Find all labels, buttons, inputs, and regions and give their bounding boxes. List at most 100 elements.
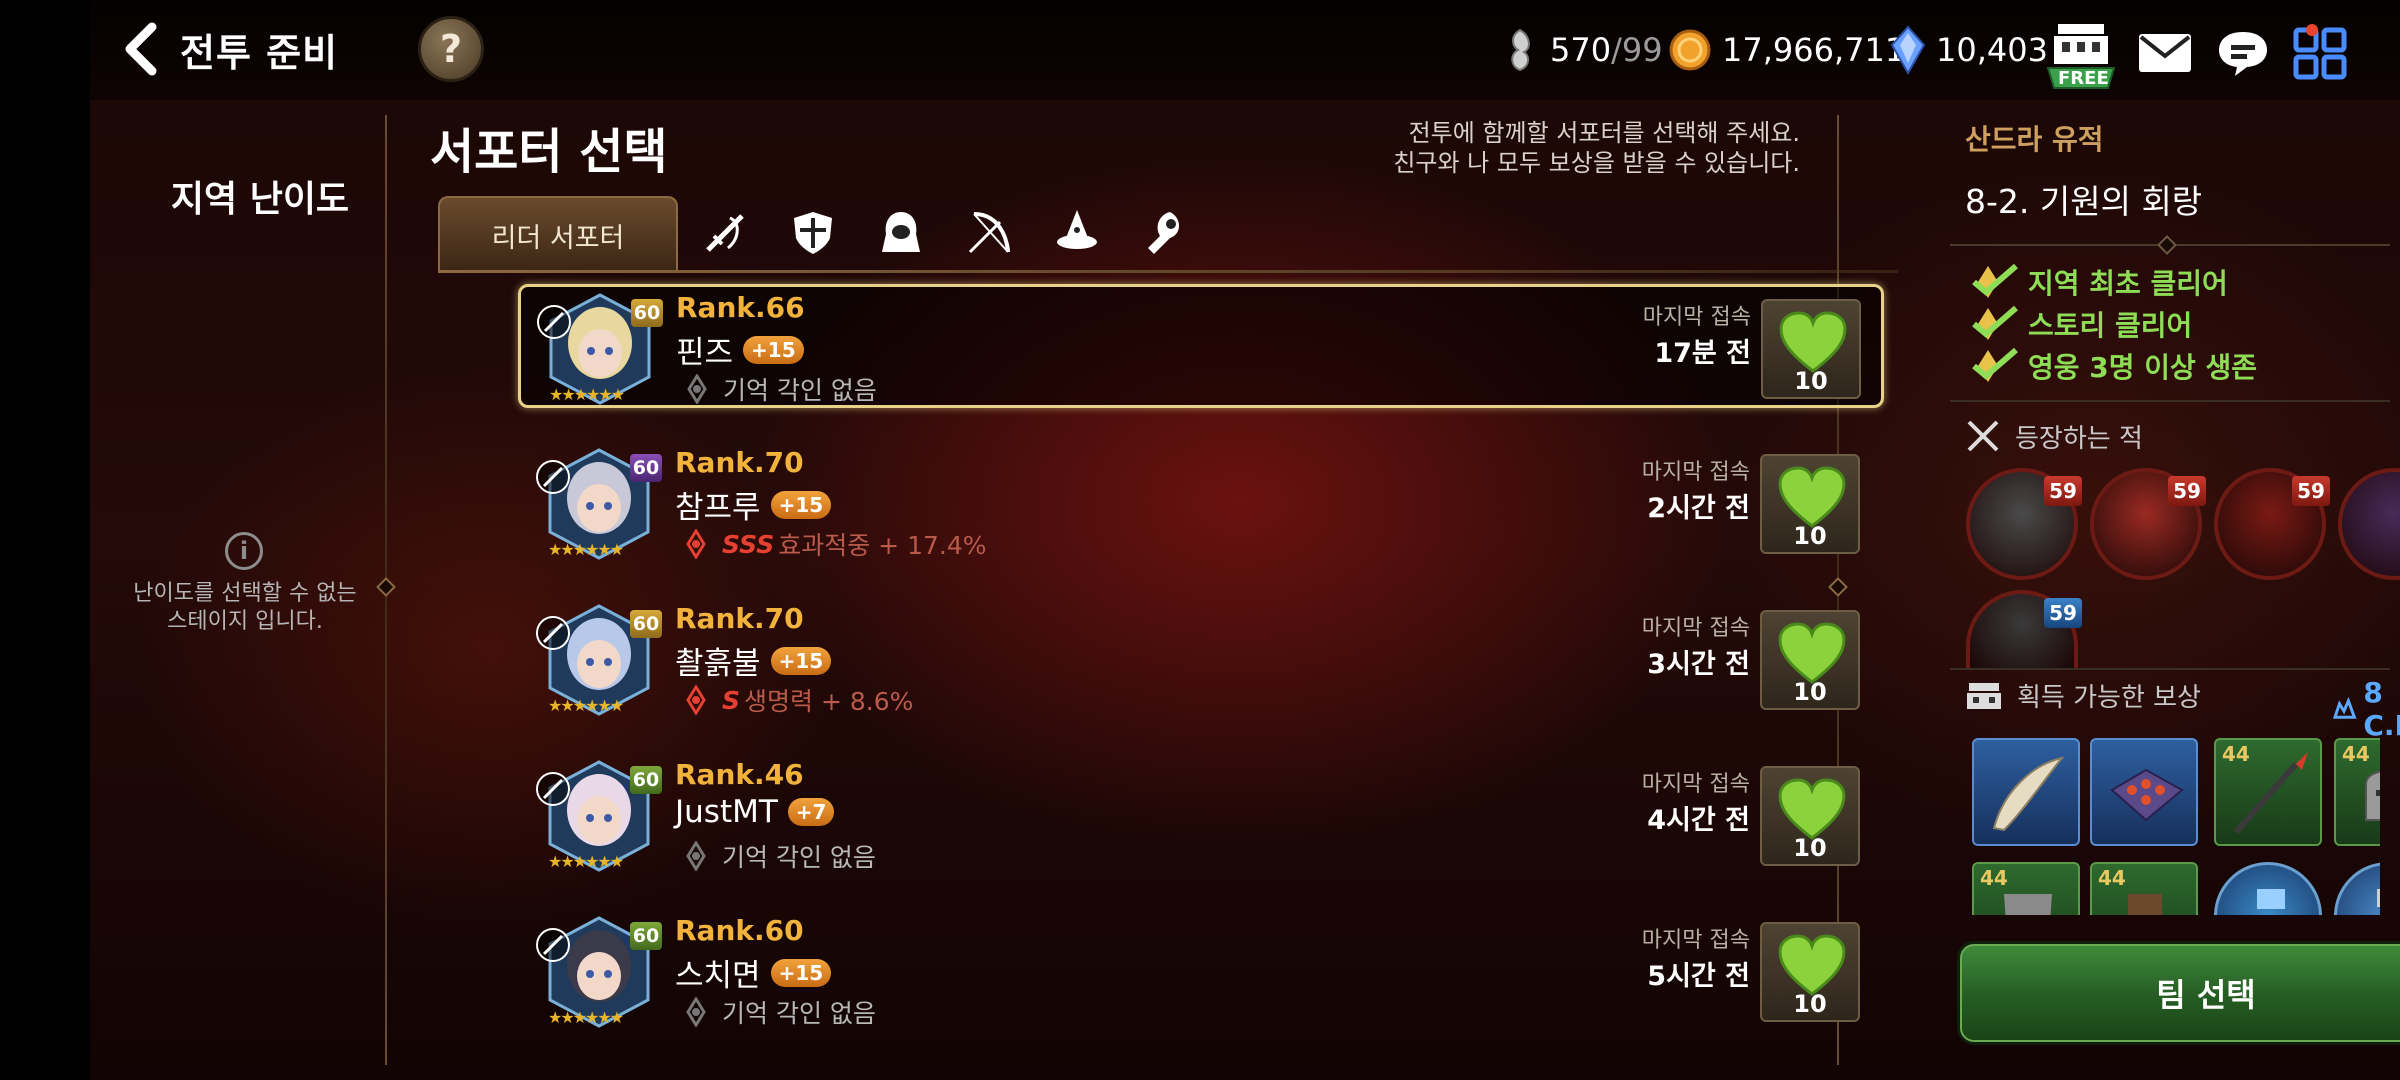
friendship-heart-button[interactable]: 10 <box>1761 299 1861 399</box>
hammer-icon <box>2377 889 2380 907</box>
supporter-row[interactable]: 60 ★★★★★★ Rank.70 촬흙불 +15 S 생명력 + 8.6% 마… <box>520 598 1880 722</box>
chat-button[interactable] <box>2208 20 2278 86</box>
assassin-icon[interactable] <box>876 208 926 258</box>
archer-icon[interactable] <box>964 208 1014 258</box>
last-login-label: 마지막 접속 <box>1641 772 1750 797</box>
top-bar: 전투 준비 ? 570 /99 17,966,711 10,403 FREE <box>90 0 2400 100</box>
help-button[interactable]: ? <box>418 16 484 82</box>
heart-icon <box>1778 778 1846 840</box>
supporter-name: JustMT <box>675 794 778 830</box>
mail-button[interactable] <box>2130 20 2200 86</box>
supporter-row[interactable]: 60 ★★★★★★ Rank.70 참프루 +15 SSS 효과적중 + 17.… <box>520 442 1880 566</box>
reward-item-boots[interactable]: 44 <box>2090 862 2198 915</box>
stage-name: 8-2. 기원의 회랑 <box>1965 182 2203 221</box>
hero-stars: ★★★★★★ <box>548 540 624 559</box>
supporter-row[interactable]: 60 ★★★★★★ Rank.60 스치면 +15 기억 각인 없음 마지막 접… <box>520 910 1880 1034</box>
friendship-heart-button[interactable]: 10 <box>1760 922 1860 1022</box>
mail-icon <box>2139 34 2191 72</box>
reward-level: 44 <box>1980 866 2008 890</box>
engrave-icon <box>686 529 706 559</box>
relic-icon <box>2110 768 2184 822</box>
reward-item-orb[interactable] <box>2214 862 2322 915</box>
tab-leader-supporter[interactable]: 리더 서포터 <box>438 196 678 272</box>
supporter-name: 참프루 <box>675 490 761 526</box>
last-login-label: 마지막 접속 <box>1641 460 1750 485</box>
reward-item-weapon[interactable]: 44 <box>2214 738 2322 846</box>
friendship-heart-button[interactable]: 10 <box>1760 610 1860 710</box>
hero-level: 60 <box>631 299 663 327</box>
supporter-row[interactable]: 60 ★★★★★★ Rank.46 JustMT +7 기억 각인 없음 마지막… <box>520 754 1880 878</box>
stamina-max: /99 <box>1611 31 1663 69</box>
heart-icon <box>1779 311 1847 373</box>
reward-item-helmet[interactable]: 44 <box>2334 738 2380 846</box>
memory-engrave: 기억 각인 없음 <box>681 371 877 407</box>
reward-item-armor[interactable]: 44 <box>1972 862 2080 915</box>
stage-region: 산드라 유적 <box>1965 123 2104 156</box>
enemy-portrait[interactable] <box>2338 468 2400 580</box>
reward-grid: 44 44 44 44 <box>1960 730 2380 915</box>
engrave-text: 기억 각인 없음 <box>722 843 876 872</box>
last-login-value: 3시간 전 <box>1647 649 1750 680</box>
engrave-icon <box>686 997 706 1027</box>
supporter-desc-line: 친구와 나 모두 보상을 받을 수 있습니다. <box>1393 149 1800 177</box>
mage-icon[interactable] <box>1052 208 1102 258</box>
hero-level: 60 <box>630 610 662 638</box>
back-button[interactable]: 전투 준비 <box>120 18 400 80</box>
gold-counter: 17,966,711 <box>1668 22 1905 78</box>
supporter-name: 핀즈 <box>676 335 734 371</box>
engrave-icon <box>686 685 706 715</box>
hero-level: 60 <box>630 922 662 950</box>
shop-free-badge: FREE <box>2058 68 2109 89</box>
quest-label: 지역 최초 클리어 <box>2028 267 2228 300</box>
engrave-icon <box>687 374 707 404</box>
game-screen: 전투 준비 ? 570 /99 17,966,711 10,403 FREE 지… <box>90 0 2400 1080</box>
quest-item: 영웅 3명 이상 생존 <box>1968 346 2257 386</box>
archer-class-icon <box>536 772 570 806</box>
divider-ornament <box>2157 235 2177 255</box>
team-select-button[interactable]: 팀 선택 <box>1960 944 2400 1042</box>
hero-stars: ★★★★★★ <box>548 852 624 871</box>
reward-item-relic[interactable] <box>2090 738 2198 846</box>
menu-button[interactable] <box>2286 20 2356 86</box>
heart-count: 10 <box>1793 678 1827 706</box>
screen-edge <box>0 0 90 1080</box>
reward-level: 44 <box>2222 742 2250 766</box>
heart-icon <box>1778 466 1846 528</box>
supporter-name-line: JustMT +7 <box>675 794 835 830</box>
friendship-heart-button[interactable]: 10 <box>1760 454 1860 554</box>
memory-engrave: 기억 각인 없음 <box>680 838 876 874</box>
supporter-rank: Rank.46 <box>675 758 804 791</box>
reward-item-orb[interactable] <box>2334 862 2380 915</box>
team-select-label: 팀 선택 <box>2156 976 2256 1014</box>
engrave-text: 효과적중 + 17.4% <box>778 531 987 560</box>
quest-item: 스토리 클리어 <box>1968 304 2192 344</box>
supporter-desc-line: 전투에 함께할 서포터를 선택해 주세요. <box>1408 119 1800 147</box>
enhance-badge: +15 <box>770 646 832 675</box>
supporter-name-line: 스치면 +15 <box>675 950 832 995</box>
supporter-name: 촬흙불 <box>675 646 761 682</box>
tabs-underline <box>438 270 1898 273</box>
knight-icon[interactable] <box>788 208 838 258</box>
memory-engrave: S 생명력 + 8.6% <box>680 682 913 718</box>
enemies-label: 등장하는 적 <box>2015 423 2143 454</box>
supporter-name: 스치면 <box>675 958 761 994</box>
info-icon: i <box>225 532 263 570</box>
friendship-heart-button[interactable]: 10 <box>1760 766 1860 866</box>
warrior-icon[interactable] <box>700 208 750 258</box>
engrave-grade: SSS <box>722 529 775 559</box>
rewards-header: 획득 가능한 보상 <box>1965 675 2201 715</box>
supporter-row[interactable]: 60 ★★★★★★ Rank.66 핀즈 +15 기억 각인 없음 마지막 접속… <box>518 284 1884 408</box>
supporter-name-line: 참프루 +15 <box>675 482 832 527</box>
back-arrow-icon <box>125 22 157 76</box>
shop-button[interactable]: FREE <box>2040 18 2122 94</box>
last-login-value: 2시간 전 <box>1647 493 1750 524</box>
priest-icon[interactable] <box>1140 208 1190 258</box>
crossed-swords-icon <box>1967 420 1999 452</box>
reward-item-fang[interactable] <box>1972 738 2080 846</box>
engrave-icon <box>686 841 706 871</box>
stamina-icon <box>1511 28 1530 72</box>
enemy-level: 59 <box>2044 476 2082 506</box>
memory-engrave: SSS 효과적중 + 17.4% <box>680 526 987 562</box>
last-login-value: 17분 전 <box>1654 338 1751 369</box>
cp-icon <box>2332 696 2357 719</box>
